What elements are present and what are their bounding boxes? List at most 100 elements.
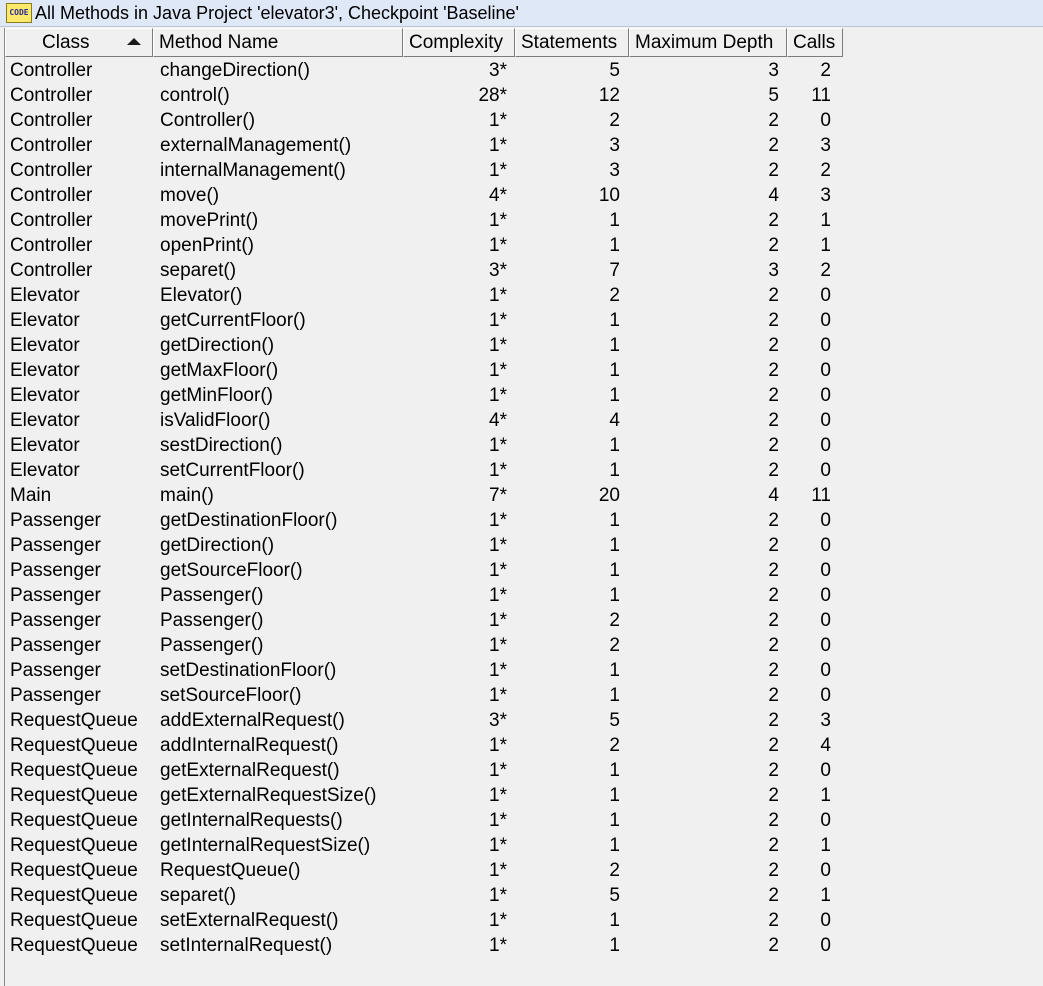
table-row[interactable]: RequestQueue getExternalRequest() 1* 1 2 0 (5, 758, 845, 783)
table-row[interactable]: RequestQueue getExternalRequestSize() 1* 1 2… (5, 783, 845, 808)
cell-complexity: 1* (489, 685, 507, 706)
cell-class: Passenger (10, 635, 101, 656)
cell-maximum-depth: 4 (768, 185, 779, 206)
cell-calls: 0 (820, 360, 831, 381)
cell-calls: 2 (820, 160, 831, 181)
table-row[interactable]: Passenger getDirection() 1* 1 2 0 (5, 533, 845, 558)
table-row[interactable]: Elevator setCurrentFloor() 1* 1 2 0 (5, 458, 845, 483)
table-row[interactable]: Main main() 7* 20 4 11 (5, 483, 845, 508)
cell-maximum-depth: 2 (768, 585, 779, 606)
column-header-complexity[interactable]: Complexity (403, 28, 515, 57)
cell-calls: 0 (820, 535, 831, 556)
column-header-class[interactable]: Class (5, 28, 153, 57)
cell-class: RequestQueue (10, 910, 138, 931)
table-row[interactable]: Controller Controller() 1* 2 2 0 (5, 108, 845, 133)
table-row[interactable]: RequestQueue setInternalRequest() 1* 1 2 0 (5, 933, 845, 958)
table-row[interactable]: Passenger setSourceFloor() 1* 1 2 0 (5, 683, 845, 708)
cell-method-name: Passenger() (160, 610, 264, 631)
table-row[interactable]: RequestQueue setExternalRequest() 1* 1 2 0 (5, 908, 845, 933)
cell-complexity: 1* (489, 810, 507, 831)
cell-calls: 2 (820, 60, 831, 81)
column-header-label: Method Name (159, 32, 279, 53)
table-row[interactable]: Elevator getMinFloor() 1* 1 2 0 (5, 383, 845, 408)
cell-calls: 11 (811, 85, 831, 106)
cell-maximum-depth: 2 (768, 160, 779, 181)
cell-calls: 0 (820, 910, 831, 931)
cell-calls: 3 (820, 185, 831, 206)
cell-maximum-depth: 2 (768, 335, 779, 356)
cell-statements: 1 (609, 935, 620, 956)
cell-class: RequestQueue (10, 835, 138, 856)
table-row[interactable]: Controller externalManagement() 1* 3 2 3 (5, 133, 845, 158)
cell-class: Elevator (10, 285, 80, 306)
table-row[interactable]: Passenger setDestinationFloor() 1* 1 2 0 (5, 658, 845, 683)
table-row[interactable]: Passenger Passenger() 1* 1 2 0 (5, 583, 845, 608)
cell-calls: 0 (820, 460, 831, 481)
table-row[interactable]: Controller control() 28* 12 5 11 (5, 83, 845, 108)
table-row[interactable]: RequestQueue getInternalRequestSize() 1* 1 2… (5, 833, 845, 858)
table-row[interactable]: RequestQueue addInternalRequest() 1* 2 2 4 (5, 733, 845, 758)
table-row[interactable]: Elevator getCurrentFloor() 1* 1 2 0 (5, 308, 845, 333)
cell-statements: 4 (609, 410, 620, 431)
window-title: All Methods in Java Project 'elevator3',… (35, 2, 519, 23)
column-header-method-name[interactable]: Method Name (153, 28, 403, 57)
cell-calls: 0 (820, 935, 831, 956)
cell-calls: 0 (820, 810, 831, 831)
cell-class: Controller (10, 210, 93, 231)
cell-method-name: Passenger() (160, 585, 264, 606)
cell-calls: 0 (820, 310, 831, 331)
column-header-maximum-depth[interactable]: Maximum Depth (629, 28, 787, 57)
column-header-calls[interactable]: Calls (787, 28, 843, 57)
cell-calls: 0 (820, 410, 831, 431)
title-bar[interactable]: CODE All Methods in Java Project 'elevat… (0, 0, 1043, 27)
table-row[interactable]: RequestQueue addExternalRequest() 3* 5 2 3 (5, 708, 845, 733)
cell-complexity: 1* (489, 160, 507, 181)
column-header-label: Maximum Depth (635, 32, 774, 53)
table-row[interactable]: Controller movePrint() 1* 1 2 1 (5, 208, 845, 233)
cell-maximum-depth: 2 (768, 810, 779, 831)
table-row[interactable]: Passenger getDestinationFloor() 1* 1 2 0 (5, 508, 845, 533)
cell-complexity: 3* (489, 260, 507, 281)
table-row[interactable]: Elevator Elevator() 1* 2 2 0 (5, 283, 845, 308)
cell-calls: 11 (811, 485, 831, 506)
table-row[interactable]: Controller openPrint() 1* 1 2 1 (5, 233, 845, 258)
cell-statements: 12 (598, 85, 620, 106)
cell-complexity: 1* (489, 660, 507, 681)
table-row[interactable]: Controller internalManagement() 1* 3 2 2 (5, 158, 845, 183)
cell-complexity: 1* (489, 585, 507, 606)
sort-ascending-icon (127, 38, 141, 45)
table-row[interactable]: Elevator getMaxFloor() 1* 1 2 0 (5, 358, 845, 383)
cell-statements: 1 (609, 435, 620, 456)
table-row[interactable]: Elevator isValidFloor() 4* 4 2 0 (5, 408, 845, 433)
table-body: Controller changeDirection() 3* 5 3 2 Controll… (5, 58, 845, 958)
cell-calls: 1 (820, 210, 831, 231)
table-row[interactable]: Passenger Passenger() 1* 2 2 0 (5, 633, 845, 658)
table-row[interactable]: Passenger Passenger() 1* 2 2 0 (5, 608, 845, 633)
cell-statements: 20 (598, 485, 620, 506)
table-row[interactable]: RequestQueue separet() 1* 5 2 1 (5, 883, 845, 908)
table-row[interactable]: Passenger getSourceFloor() 1* 1 2 0 (5, 558, 845, 583)
table-row[interactable]: Elevator sestDirection() 1* 1 2 0 (5, 433, 845, 458)
cell-complexity: 7* (489, 485, 507, 506)
table-row[interactable]: Elevator getDirection() 1* 1 2 0 (5, 333, 845, 358)
cell-method-name: setCurrentFloor() (160, 460, 305, 481)
column-header-statements[interactable]: Statements (515, 28, 629, 57)
cell-method-name: getExternalRequest() (160, 760, 340, 781)
cell-complexity: 1* (489, 310, 507, 331)
cell-class: Controller (10, 85, 93, 106)
cell-maximum-depth: 2 (768, 860, 779, 881)
table-row[interactable]: RequestQueue RequestQueue() 1* 2 2 0 (5, 858, 845, 883)
cell-complexity: 1* (489, 560, 507, 581)
table-row[interactable]: Controller changeDirection() 3* 5 3 2 (5, 58, 845, 83)
table-row[interactable]: Controller move() 4* 10 4 3 (5, 183, 845, 208)
table-header: Class Method Name Complexity Statements … (5, 28, 843, 57)
cell-statements: 1 (609, 760, 620, 781)
cell-method-name: getDestinationFloor() (160, 510, 338, 531)
cell-maximum-depth: 2 (768, 910, 779, 931)
table-row[interactable]: Controller separet() 3* 7 3 2 (5, 258, 845, 283)
cell-method-name: changeDirection() (160, 60, 310, 81)
cell-calls: 3 (820, 135, 831, 156)
cell-maximum-depth: 2 (768, 435, 779, 456)
table-row[interactable]: RequestQueue getInternalRequests() 1* 1 2 0 (5, 808, 845, 833)
cell-complexity: 28* (478, 85, 507, 106)
